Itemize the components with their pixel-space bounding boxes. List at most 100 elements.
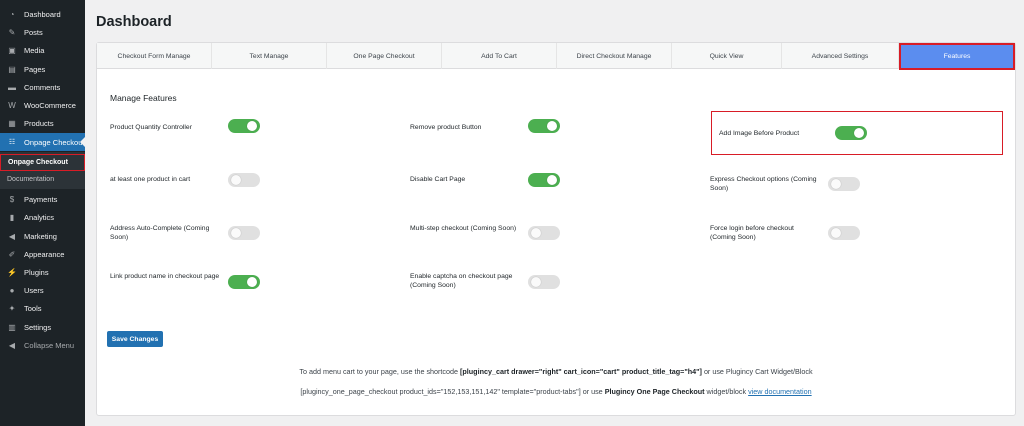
tab-advanced-settings[interactable]: Advanced Settings bbox=[782, 43, 899, 69]
sidebar-item-label: Products bbox=[24, 118, 54, 128]
feature-label: Remove product Button bbox=[410, 124, 482, 131]
shortcode-note-checkout: [plugincy_one_page_checkout product_ids=… bbox=[97, 387, 1015, 396]
sidebar-item-onpage-checkout[interactable]: ☷ Onpage Checkout bbox=[0, 133, 85, 151]
payments-icon: $ bbox=[9, 194, 15, 204]
tab-text-manage[interactable]: Text Manage bbox=[212, 43, 327, 69]
section-title: Manage Features bbox=[110, 93, 177, 103]
sidebar-item-tools[interactable]: ✦ Tools bbox=[0, 299, 85, 317]
toggle-force-login[interactable] bbox=[828, 226, 860, 240]
submenu-item-documentation[interactable]: Documentation bbox=[0, 171, 85, 188]
sidebar-item-products[interactable]: ▦ Products bbox=[0, 114, 85, 132]
widget-name: Plugincy One Page Checkout bbox=[604, 387, 705, 396]
tab-direct-checkout-manage[interactable]: Direct Checkout Manage bbox=[557, 43, 672, 69]
feature-label: Express Checkout options (Coming Soon) bbox=[710, 176, 817, 192]
collapse-icon: ◀ bbox=[8, 340, 16, 350]
analytics-icon: ▮ bbox=[9, 212, 15, 222]
sidebar-item-dashboard[interactable]: ◔ Dashboard bbox=[0, 5, 85, 23]
sidebar-item-label: Posts bbox=[24, 27, 43, 37]
sidebar-item-woocommerce[interactable]: W WooCommerce bbox=[0, 96, 85, 114]
sidebar-item-label: Comments bbox=[24, 82, 61, 92]
sidebar-item-marketing[interactable]: ◀ Marketing bbox=[0, 227, 85, 245]
pin-icon: ✎ bbox=[8, 27, 16, 37]
note-text: or use bbox=[582, 387, 603, 396]
toggle-knob bbox=[247, 121, 257, 131]
toggle-knob bbox=[531, 277, 541, 287]
sidebar-item-comments[interactable]: ▬ Comments bbox=[0, 78, 85, 96]
note-text: To add menu cart to your page, use the s… bbox=[299, 367, 459, 376]
feature-label: Force login before checkout (Coming Soon… bbox=[710, 225, 794, 241]
feature-label: at least one product in cart bbox=[110, 176, 191, 183]
toggle-enable-captcha[interactable] bbox=[528, 275, 560, 289]
toggle-remove-product-button[interactable] bbox=[528, 119, 560, 133]
sidebar-item-appearance[interactable]: ✐ Appearance bbox=[0, 245, 85, 263]
sidebar-item-pages[interactable]: ▤ Pages bbox=[0, 60, 85, 78]
toggle-add-image-before-product[interactable] bbox=[835, 126, 867, 140]
cart-icon: ☷ bbox=[8, 139, 16, 146]
page-title: Dashboard bbox=[96, 14, 172, 30]
admin-sidebar: ◔ Dashboard ✎ Posts ▣ Media ▤ Pages ▬ Comment… bbox=[0, 0, 85, 426]
sidebar-item-label: Collapse Menu bbox=[24, 340, 75, 350]
tab-quick-view[interactable]: Quick View bbox=[672, 43, 782, 69]
toggle-knob bbox=[547, 121, 557, 131]
toggle-link-product-name[interactable] bbox=[228, 275, 260, 289]
toggle-knob bbox=[231, 228, 241, 238]
plugin-icon: ⚡ bbox=[7, 267, 17, 277]
save-changes-button[interactable]: Save Changes bbox=[107, 331, 163, 347]
checkout-shortcode: [plugincy_one_page_checkout product_ids=… bbox=[300, 387, 581, 396]
sidebar-item-analytics[interactable]: ▮ Analytics bbox=[0, 208, 85, 226]
sidebar-item-settings[interactable]: ▥ Settings bbox=[0, 318, 85, 336]
tab-add-to-cart[interactable]: Add To Cart bbox=[442, 43, 557, 69]
sidebar-item-label: Payments bbox=[24, 194, 58, 204]
toggle-disable-cart-page[interactable] bbox=[528, 173, 560, 187]
toggle-at-least-one-product[interactable] bbox=[228, 173, 260, 187]
toggle-knob bbox=[854, 128, 864, 138]
sidebar-item-label: WooCommerce bbox=[24, 100, 76, 110]
sidebar-item-label: Dashboard bbox=[24, 9, 61, 19]
sidebar-item-media[interactable]: ▣ Media bbox=[0, 41, 85, 59]
toggle-express-checkout[interactable] bbox=[828, 177, 860, 191]
feature-label: Enable captcha on checkout page (Coming … bbox=[410, 273, 513, 289]
toggle-knob bbox=[547, 175, 557, 185]
submenu-item-onpage-checkout[interactable]: Onpage Checkout bbox=[0, 154, 85, 171]
tab-checkout-form-manage[interactable]: Checkout Form Manage bbox=[97, 43, 212, 69]
sidebar-item-label: Onpage Checkout bbox=[24, 137, 85, 147]
toggle-product-quantity-controller[interactable] bbox=[228, 119, 260, 133]
sidebar-item-label: Settings bbox=[24, 322, 52, 332]
woo-icon: W bbox=[8, 100, 16, 110]
tab-one-page-checkout[interactable]: One Page Checkout bbox=[327, 43, 442, 69]
sidebar-item-label: Pages bbox=[24, 64, 46, 74]
feature-label: Disable Cart Page bbox=[410, 176, 466, 183]
shortcode-note-cart: To add menu cart to your page, use the s… bbox=[97, 367, 1015, 376]
sidebar-item-payments[interactable]: $ Payments bbox=[0, 190, 85, 208]
sidebar-item-label: Plugins bbox=[24, 267, 49, 277]
toggle-knob bbox=[531, 228, 541, 238]
toggle-knob bbox=[831, 228, 841, 238]
toggle-knob bbox=[831, 179, 841, 189]
tab-features[interactable]: Features bbox=[899, 43, 1015, 70]
sidebar-item-label: Users bbox=[24, 285, 44, 295]
toggle-knob bbox=[231, 175, 241, 185]
sidebar-item-label: Appearance bbox=[24, 249, 65, 259]
comment-icon: ▬ bbox=[8, 82, 16, 92]
cart-shortcode: [plugincy_cart drawer="right" cart_icon=… bbox=[460, 367, 702, 376]
sidebar-item-plugins[interactable]: ⚡ Plugins bbox=[0, 263, 85, 281]
megaphone-icon: ◀ bbox=[8, 231, 16, 241]
toggle-knob bbox=[247, 277, 257, 287]
products-icon: ▦ bbox=[8, 118, 16, 128]
feature-label: Add Image Before Product bbox=[719, 130, 800, 137]
sidebar-item-label: Media bbox=[24, 45, 45, 55]
settings-icon: ▥ bbox=[8, 322, 16, 332]
note-text: widget/block bbox=[706, 387, 747, 396]
sidebar-item-posts[interactable]: ✎ Posts bbox=[0, 23, 85, 41]
toggle-multi-step-checkout[interactable] bbox=[528, 226, 560, 240]
users-icon: ● bbox=[9, 285, 15, 295]
toggle-address-auto-complete[interactable] bbox=[228, 226, 260, 240]
collapse-menu-button[interactable]: ◀ Collapse Menu bbox=[0, 336, 85, 354]
tab-bar: Checkout Form Manage Text Manage One Pag… bbox=[97, 43, 1015, 70]
sidebar-item-label: Tools bbox=[24, 303, 42, 313]
sidebar-item-label: Analytics bbox=[24, 212, 55, 222]
view-documentation-link[interactable]: view documentation bbox=[748, 387, 812, 396]
feature-label: Product Quantity Controller bbox=[110, 124, 192, 131]
sidebar-item-users[interactable]: ● Users bbox=[0, 281, 85, 299]
note-text: or use Plugincy Cart Widget/Block bbox=[703, 367, 813, 376]
